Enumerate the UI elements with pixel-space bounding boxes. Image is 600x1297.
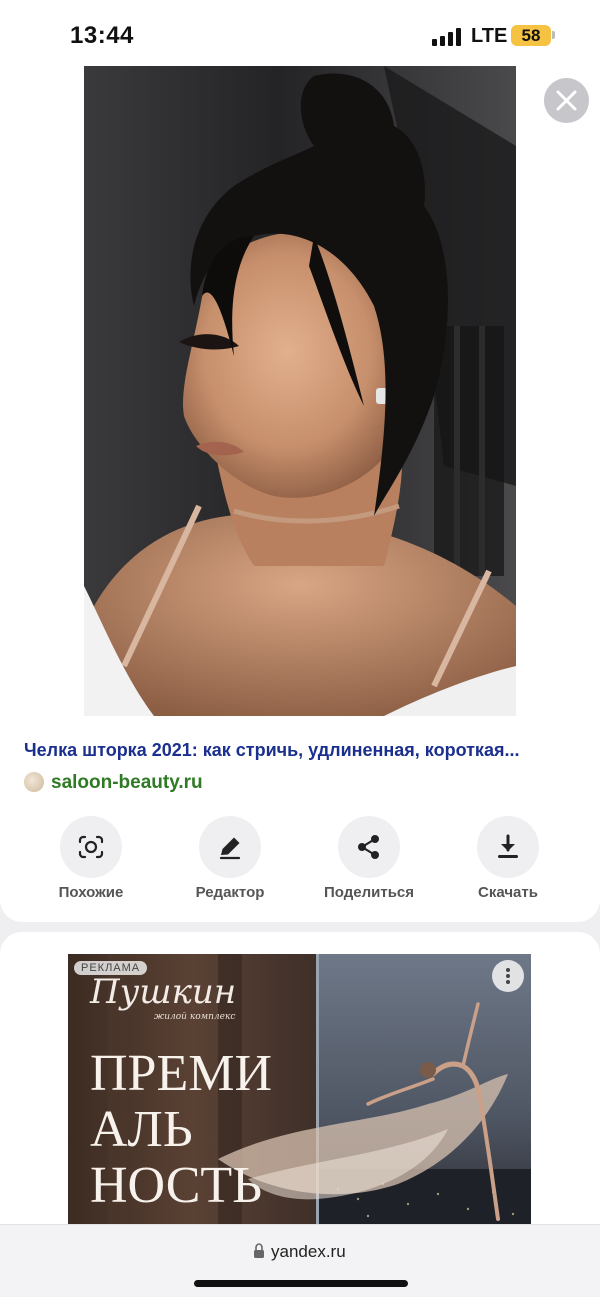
share-icon [338, 816, 400, 878]
source-favicon-icon [24, 772, 44, 792]
url-domain: yandex.ru [271, 1242, 346, 1261]
status-bar: 13:44 LTE 58 [0, 0, 600, 66]
ad-brand-logo: Пушкин [90, 972, 237, 1012]
more-vertical-icon-dot [506, 980, 510, 984]
ad-more-button[interactable] [492, 960, 524, 992]
download-icon [477, 816, 539, 878]
source-domain: saloon-beauty.ru [51, 772, 203, 793]
ad-headline-line: НОСТЬ [90, 1157, 263, 1214]
share-button[interactable]: Поделиться [314, 816, 424, 906]
pencil-icon [199, 816, 261, 878]
status-time: 13:44 [70, 22, 134, 49]
network-type: LTE [471, 25, 508, 47]
browser-url-bar[interactable]: yandex.ru [0, 1224, 600, 1297]
similar-camera-icon [60, 816, 122, 878]
ad-banner[interactable]: РЕКЛАМА Пушкин жилой комплекс ПРЕМИ АЛЬ … [68, 954, 531, 1226]
download-label: Скачать [478, 884, 538, 901]
result-info-card: Челка шторка 2021: как стричь, удлиненна… [0, 716, 600, 922]
close-icon [556, 90, 577, 111]
editor-button[interactable]: Редактор [175, 816, 285, 906]
image-viewer [0, 66, 600, 716]
ad-headline-line: АЛЬ [90, 1101, 193, 1158]
ad-card: РЕКЛАМА Пушкин жилой комплекс ПРЕМИ АЛЬ … [0, 932, 600, 1232]
ad-headline: ПРЕМИ АЛЬ НОСТЬ [90, 1046, 310, 1214]
battery-icon: 58 [511, 25, 551, 46]
home-indicator[interactable] [194, 1280, 408, 1287]
ad-subbrand: жилой комплекс [154, 1012, 236, 1022]
battery-cap [552, 31, 555, 39]
ad-headline-line: ПРЕМИ [90, 1045, 273, 1102]
more-vertical-icon [506, 968, 510, 972]
signal-strength-icon [432, 28, 462, 46]
lock-icon [254, 1243, 264, 1258]
similar-button[interactable]: Похожие [36, 816, 146, 906]
editor-label: Редактор [195, 884, 265, 901]
result-title-link[interactable]: Челка шторка 2021: как стричь, удлиненна… [24, 740, 584, 761]
hairstyle-photo[interactable] [84, 66, 516, 716]
close-button[interactable] [544, 78, 589, 123]
download-button[interactable]: Скачать [453, 816, 563, 906]
battery-level: 58 [521, 26, 541, 45]
share-label: Поделиться [323, 884, 415, 901]
similar-label: Похожие [58, 884, 124, 901]
more-vertical-icon-dot [506, 974, 510, 978]
